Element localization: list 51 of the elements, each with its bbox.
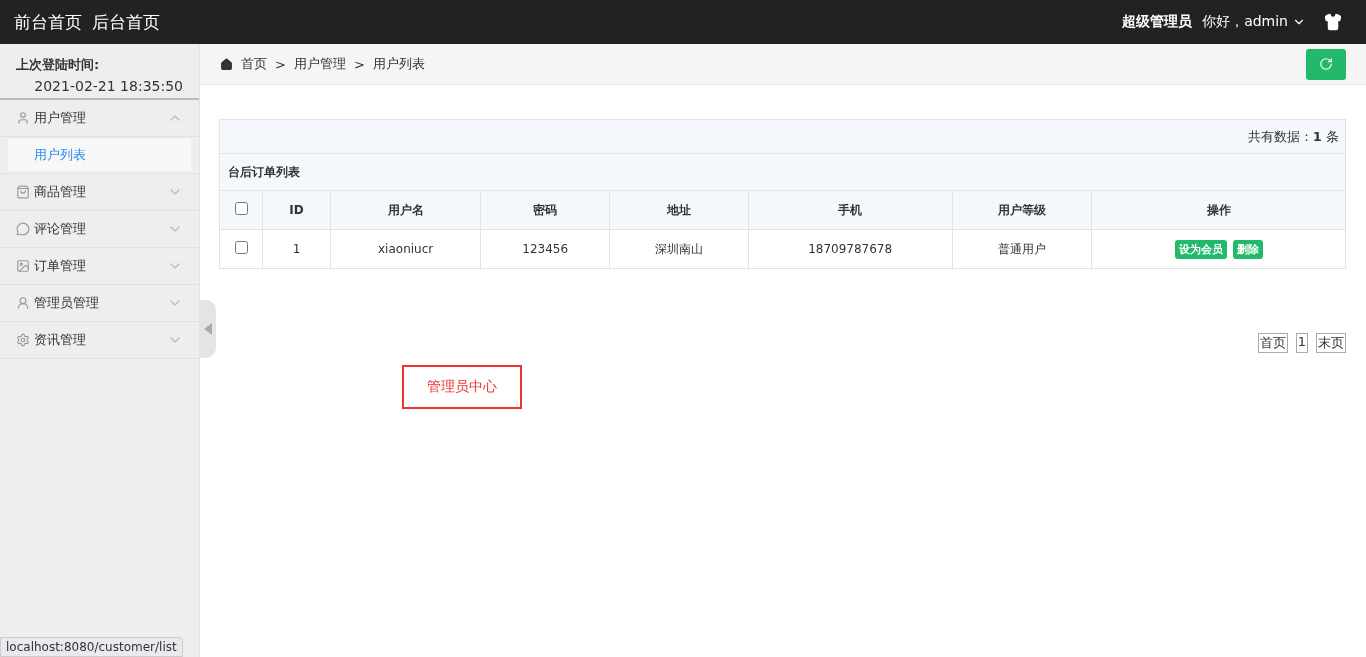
page-link[interactable]: 末页 [1316,333,1346,353]
table-cell: 1 [262,229,331,269]
breadcrumb-item[interactable]: 用户管理 [293,55,346,73]
bag-icon [16,185,30,199]
breadcrumb-separator: > [275,56,286,72]
header-link[interactable]: 后台首页 [92,10,160,34]
column-header: 密码 [480,190,610,230]
table-cell: 普通用户 [952,229,1092,269]
role-label: 超级管理员 [1122,13,1193,31]
shirt-icon[interactable] [1324,13,1342,31]
column-header: 用户名 [330,190,481,230]
table-cell: 18709787678 [748,229,953,269]
page-link[interactable]: 首页 [1257,333,1288,353]
last-login-label: 上次登陆时间: [16,56,101,74]
menu-item[interactable]: 用户管理 [0,100,199,137]
table-cell: 深圳南山 [609,229,749,269]
gear-icon [16,333,30,347]
last-login-time: 2021-02-21 18:35:50 [33,78,183,94]
breadcrumb-item[interactable]: 首页 [241,55,267,73]
admin-center-box: 管理员中心 [402,365,522,409]
table-title: 台后订单列表 [219,153,1346,191]
breadcrumb-item: 用户列表 [372,55,425,73]
user-icon [16,111,30,125]
table-cell: xiaoniucr [330,229,481,269]
menu-item[interactable]: 资讯管理 [0,322,199,359]
person-icon [16,296,30,310]
status-url: localhost:8080/customer/list [0,637,183,657]
menu-item[interactable]: 商品管理 [0,174,199,211]
column-header: 用户等级 [952,190,1092,230]
refresh-button[interactable] [1306,48,1346,80]
header-link[interactable]: 前台首页 [14,10,82,34]
row-checkbox[interactable] [234,241,248,254]
collapse-handle[interactable] [200,300,216,358]
table-cell: 123456 [480,229,610,269]
chat-icon [16,222,30,236]
page-link[interactable]: 1 [1295,333,1308,353]
breadcrumb-separator: > [353,56,365,72]
column-header: ID [262,190,331,230]
user-menu[interactable]: 你好，admin [1202,13,1306,31]
column-header: 手机 [748,190,953,230]
refresh-icon [1319,57,1333,71]
caret-left-icon [204,323,212,335]
column-header: 地址 [609,190,749,230]
select-all-checkbox[interactable] [234,202,248,215]
total-count: 共有数据：1 条 [219,119,1346,154]
home-icon [220,57,233,71]
image-icon [16,259,30,273]
menu-item[interactable]: 评论管理 [0,211,199,248]
menu-item[interactable]: 管理员管理 [0,285,199,322]
column-header: 操作 [1091,190,1346,230]
menu-item[interactable]: 订单管理 [0,248,199,285]
